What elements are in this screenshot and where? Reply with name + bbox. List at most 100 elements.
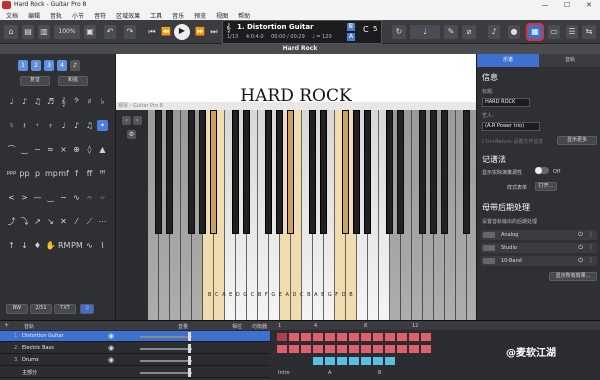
voice-1-button[interactable]: 1 — [18, 60, 28, 71]
palette-symbol-icon[interactable]: 𝄑 — [97, 192, 108, 203]
black-key[interactable] — [353, 110, 360, 234]
undo-button[interactable]: ↶ — [104, 25, 116, 39]
black-key[interactable] — [276, 110, 283, 234]
menu-effects[interactable]: 区域效果 — [116, 11, 140, 20]
bw-button[interactable]: BW — [6, 304, 28, 314]
bar-cell[interactable] — [348, 344, 360, 354]
bar-cell[interactable] — [300, 332, 312, 342]
palette-symbol-icon[interactable]: ♩ — [58, 120, 69, 131]
more-icon[interactable]: ⋮ — [588, 257, 594, 264]
fx-slot-1[interactable]: Analog ⏻ ⋮ — [481, 230, 597, 240]
fader-knob[interactable] — [188, 356, 191, 365]
play-button[interactable]: ▶ — [174, 24, 190, 40]
palette-symbol-icon[interactable]: mp — [45, 168, 58, 179]
bar-cell[interactable] — [312, 344, 324, 354]
menu-bar-item[interactable]: 小节 — [72, 11, 84, 20]
menu-tools[interactable]: 工具 — [150, 11, 162, 20]
bar-cell[interactable] — [384, 344, 396, 354]
bar-cell[interactable] — [324, 332, 336, 342]
bar-cell[interactable] — [360, 344, 372, 354]
bar-cell[interactable] — [288, 344, 300, 354]
fx-slot-2[interactable]: Studio ⏻ ⋮ — [481, 243, 597, 253]
palette-symbol-icon[interactable]: 𝄞 — [58, 96, 69, 107]
all-effects-button[interactable]: 显示所有效果... — [549, 272, 597, 281]
palette-symbol-icon[interactable]: 𝄽 — [19, 120, 30, 131]
palette-symbol-icon[interactable]: ⤵ — [19, 216, 30, 227]
bar-cell[interactable] — [360, 356, 372, 366]
palette-symbol-icon[interactable]: ff — [84, 168, 95, 179]
add-track-icon[interactable]: + — [4, 322, 9, 329]
bar-cell[interactable] — [420, 332, 432, 342]
palette-symbol-icon[interactable]: ♬ — [45, 96, 56, 107]
track-row[interactable]: 3. Drums ◉ — [0, 355, 270, 366]
bar-cell[interactable] — [384, 332, 396, 342]
fx-slot-3[interactable]: 10-Band ⏻ ⋮ — [481, 256, 597, 266]
bar-cell[interactable] — [348, 332, 360, 342]
menu-edit[interactable]: 编辑 — [28, 11, 40, 20]
bar-cell[interactable] — [312, 356, 324, 366]
black-key[interactable] — [210, 110, 217, 234]
menu-sound[interactable]: 音乐 — [172, 11, 184, 20]
palette-symbol-icon[interactable]: 𝄿 — [45, 120, 56, 131]
bar-cell[interactable] — [348, 356, 360, 366]
master-track-row[interactable]: 主部分 — [0, 367, 270, 378]
more-icon[interactable]: ⋮ — [588, 244, 594, 251]
palette-symbol-icon[interactable]: RM — [58, 240, 70, 251]
panel-icon[interactable]: ▭ — [548, 25, 560, 39]
palette-symbol-icon[interactable]: ♪ — [71, 120, 82, 131]
palette-symbol-icon[interactable]: ∿ — [71, 192, 82, 203]
tab-track[interactable]: 音轨 — [539, 54, 600, 67]
palette-symbol-icon[interactable]: ♫ — [32, 96, 43, 107]
palette-symbol-icon[interactable]: • — [97, 120, 108, 131]
prev-icon[interactable]: ‹ — [122, 116, 131, 125]
section-marker[interactable]: B — [378, 370, 381, 376]
black-key[interactable] — [232, 110, 239, 234]
palette-symbol-icon[interactable]: ‿ — [19, 144, 30, 155]
visibility-icon[interactable]: ◉ — [108, 344, 114, 352]
power-icon[interactable]: ⏻ — [578, 257, 583, 265]
guitar-icon[interactable]: ♪ — [488, 25, 500, 39]
next-arrow-icon[interactable]: › — [133, 116, 142, 125]
palette-symbol-icon[interactable]: f — [71, 168, 82, 179]
settings-icon[interactable]: ⚙ — [127, 130, 136, 139]
section-marker[interactable]: A — [328, 370, 331, 376]
layout-icon[interactable]: ▤ — [22, 25, 34, 39]
track-row[interactable]: 2. Electric Bass ◉ — [0, 343, 270, 354]
piano-view-button[interactable]: ▦ — [526, 23, 544, 41]
menu-preview[interactable]: 预览 — [194, 11, 206, 20]
text-button[interactable]: TXT — [54, 304, 76, 314]
bar-cell[interactable] — [372, 332, 384, 342]
bar-cell[interactable] — [336, 344, 348, 354]
volume-fader[interactable] — [140, 348, 192, 350]
voice-edit-icon[interactable]: ♪ — [70, 60, 80, 71]
show-more-button[interactable]: 显示更多 — [557, 136, 597, 145]
black-key[interactable] — [243, 110, 250, 234]
fader-knob[interactable] — [188, 332, 191, 341]
palette-symbol-icon[interactable]: fff — [97, 168, 108, 179]
bar-cell[interactable] — [408, 344, 420, 354]
voice-2-button[interactable]: 2 — [31, 60, 41, 71]
palette-symbol-icon[interactable]: ⟋ — [84, 216, 95, 227]
title-field[interactable]: HARD ROCK — [482, 98, 530, 107]
black-key[interactable] — [309, 110, 316, 234]
palette-symbol-icon[interactable]: PM — [71, 240, 83, 251]
palette-symbol-icon[interactable]: ♭ — [97, 96, 108, 107]
end-icon[interactable]: ⏭ — [208, 25, 220, 39]
palette-symbol-icon[interactable]: — — [32, 192, 43, 203]
volume-fader[interactable] — [140, 360, 192, 362]
black-key[interactable] — [342, 110, 349, 234]
menu-help[interactable]: 帮助 — [238, 11, 250, 20]
palette-symbol-icon[interactable]: 𝄾 — [32, 120, 43, 131]
count-in-icon[interactable]: 𝄡 — [347, 23, 355, 31]
document-tab[interactable]: Hard Rock — [0, 44, 600, 54]
palette-symbol-icon[interactable]: > — [19, 192, 30, 203]
mixer-icon[interactable]: ☰ — [566, 25, 578, 39]
next-icon[interactable]: ⏩ — [194, 25, 206, 39]
maximize-button[interactable]: ☐ — [556, 0, 578, 10]
palette-symbol-icon[interactable]: ◊ — [84, 144, 95, 155]
voice-4-button[interactable]: 4 — [57, 60, 67, 71]
zoom-select[interactable]: 100% — [54, 25, 80, 39]
fader-knob[interactable] — [188, 344, 191, 353]
screen-icon[interactable]: ▣ — [84, 25, 96, 39]
menu-file[interactable]: 文档 — [6, 11, 18, 20]
